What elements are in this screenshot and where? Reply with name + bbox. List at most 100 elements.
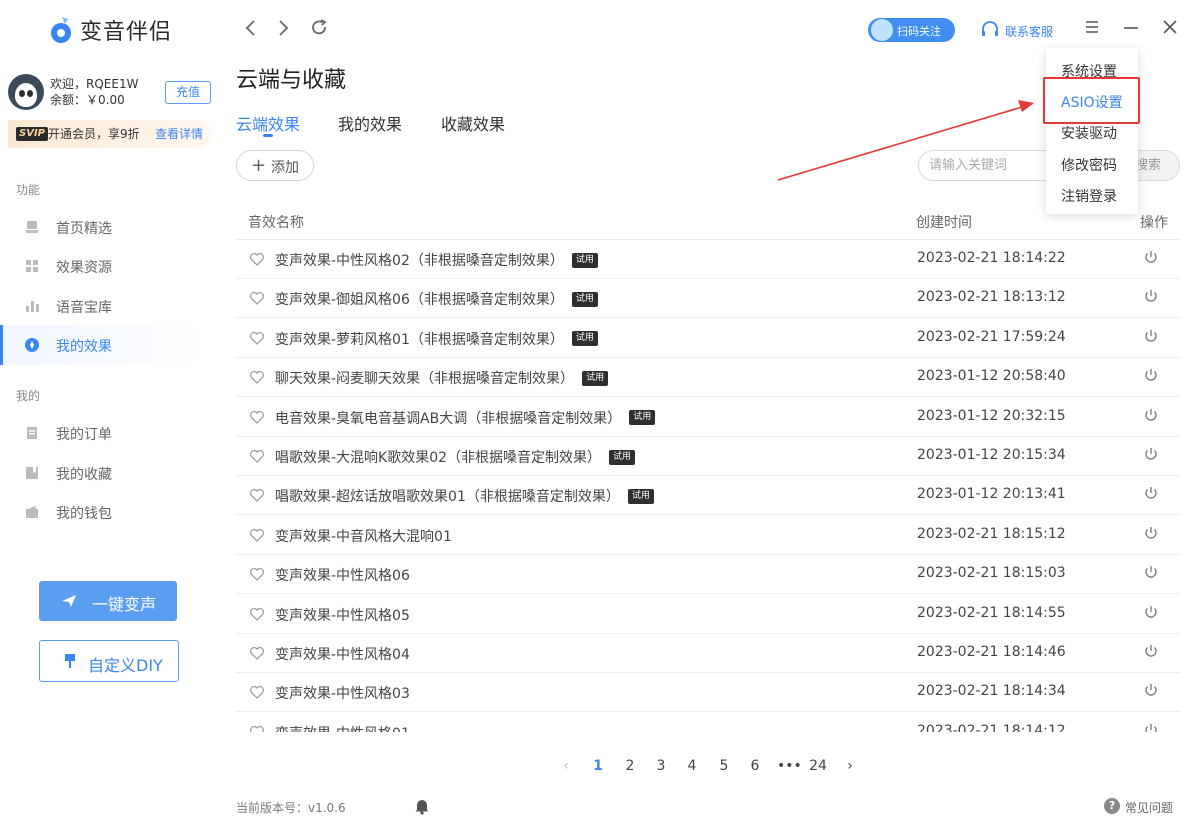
tab-my-effects[interactable]: 我的效果 xyxy=(338,111,402,135)
heart-icon[interactable] xyxy=(249,251,265,267)
table-row[interactable]: 电音效果-臭氧电音基调AB大调（非根据嗓音定制效果） 试用 2023-01-12 2… xyxy=(236,398,1180,437)
recharge-button[interactable]: 充值 xyxy=(165,81,211,104)
table-row[interactable]: 变声效果-中性风格03 2023-02-21 18:14:34 xyxy=(236,673,1180,713)
prev-page-icon[interactable]: ‹ xyxy=(556,758,576,774)
tab-cloud-effects[interactable]: 云端效果 xyxy=(236,111,300,135)
page-number[interactable]: 2 xyxy=(620,758,640,774)
power-icon[interactable] xyxy=(1143,407,1159,423)
effect-name-text: 变声效果-中音风格大混响01 xyxy=(275,528,452,545)
mascot-icon xyxy=(871,19,893,41)
power-icon[interactable] xyxy=(1143,604,1159,620)
page-number[interactable]: 6 xyxy=(745,758,765,774)
power-icon[interactable] xyxy=(1143,367,1159,383)
column-header-action: 操作 xyxy=(1140,215,1168,231)
menu-item-change-password[interactable]: 修改密码 xyxy=(1046,149,1138,179)
effect-name-text: 变声效果-中性风格02（非根据嗓音定制效果） xyxy=(275,253,564,269)
heart-icon[interactable] xyxy=(249,487,265,503)
table-row[interactable]: 唱歌效果-大混响K歌效果02（非根据嗓音定制效果） 试用 2023-01-12 20… xyxy=(236,437,1180,476)
forward-icon[interactable] xyxy=(274,18,292,38)
page-number[interactable]: 5 xyxy=(714,758,734,774)
app-logo: 变音伴侣 xyxy=(48,14,172,46)
heart-icon[interactable] xyxy=(249,448,265,464)
heart-icon[interactable] xyxy=(249,724,265,732)
page-number[interactable]: 3 xyxy=(651,758,671,774)
one-click-voice-change-button[interactable]: 一键变声 xyxy=(39,581,177,621)
heart-icon[interactable] xyxy=(249,645,265,661)
custom-diy-button[interactable]: 自定义DIY xyxy=(39,640,179,682)
tab-favorite-effects[interactable]: 收藏效果 xyxy=(441,111,505,135)
heart-icon[interactable] xyxy=(249,527,265,543)
menu-item-logout[interactable]: 注销登录 xyxy=(1046,180,1138,210)
heart-icon[interactable] xyxy=(249,330,265,346)
close-icon[interactable] xyxy=(1159,16,1181,38)
table-row[interactable]: 变声效果-中性风格06 2023-02-21 18:15:03 xyxy=(236,555,1180,595)
heart-icon[interactable] xyxy=(249,606,265,622)
page-number[interactable]: 24 xyxy=(808,758,828,774)
power-icon[interactable] xyxy=(1143,722,1159,732)
effect-name-text: 变声效果-中性风格05 xyxy=(275,607,410,624)
scan-follow-button[interactable]: 扫码关注 xyxy=(868,18,955,42)
power-icon[interactable] xyxy=(1143,485,1159,501)
power-icon[interactable] xyxy=(1143,446,1159,462)
menu-icon[interactable] xyxy=(1081,16,1103,38)
trial-badge: 试用 xyxy=(571,252,598,268)
sidebar-item-label: 我的效果 xyxy=(56,339,112,355)
sidebar-item-wallet[interactable]: 我的钱包 xyxy=(0,492,206,532)
power-icon[interactable] xyxy=(1143,564,1159,580)
sidebar-item-favorites[interactable]: 我的收藏 xyxy=(0,453,206,493)
back-icon[interactable] xyxy=(242,18,260,38)
table-header: 音效名称 创建时间 操作 xyxy=(236,202,1180,240)
power-icon[interactable] xyxy=(1143,682,1159,698)
avatar[interactable] xyxy=(8,74,44,110)
section-label-function: 功能 xyxy=(16,183,41,197)
power-icon[interactable] xyxy=(1143,249,1159,265)
page-number[interactable]: 4 xyxy=(682,758,702,774)
menu-item-label: 安装驱动 xyxy=(1061,126,1117,142)
table-row[interactable]: 唱歌效果-超炫话放唱歌效果01（非根据嗓音定制效果） 试用 2023-01-12 2… xyxy=(236,476,1180,516)
table-row[interactable]: 变声效果-中性风格02（非根据嗓音定制效果） 试用 2023-02-21 18:14… xyxy=(236,240,1180,279)
heart-icon[interactable] xyxy=(249,409,265,425)
heart-icon[interactable] xyxy=(249,684,265,700)
effect-name: 变声效果-中性风格04 xyxy=(275,644,410,664)
table-row[interactable]: 变声效果-御姐风格06（非根据嗓音定制效果） 试用 2023-02-21 18:13… xyxy=(236,279,1180,319)
add-button[interactable]: + 添加 xyxy=(236,150,314,181)
power-icon[interactable] xyxy=(1143,328,1159,344)
effect-name-text: 变声效果-中性风格06 xyxy=(275,568,410,585)
page-number[interactable]: 1 xyxy=(588,758,608,774)
table-row[interactable]: 变声效果-萝莉风格01（非根据嗓音定制效果） 试用 2023-02-21 17:59… xyxy=(236,319,1180,358)
sidebar-item-effect-resources[interactable]: 效果资源 xyxy=(0,246,206,286)
active-tab-indicator xyxy=(263,134,273,137)
svip-banner[interactable]: SVIP 开通会员，享9折 查看详情 xyxy=(8,120,212,148)
next-page-icon[interactable]: › xyxy=(840,758,860,774)
created-time: 2023-02-21 18:14:55 xyxy=(917,604,1066,621)
effect-name: 变声效果-中性风格02（非根据嗓音定制效果） 试用 xyxy=(275,250,598,270)
table-row[interactable]: 聊天效果-闷麦聊天效果（非根据嗓音定制效果） 试用 2023-01-12 20:58… xyxy=(236,358,1180,398)
faq-label: 常见问题 xyxy=(1125,801,1174,815)
table-row[interactable]: 变声效果-中音风格大混响01 2023-02-21 18:15:12 xyxy=(236,516,1180,555)
svip-details-link[interactable]: 查看详情 xyxy=(155,120,203,148)
power-icon[interactable] xyxy=(1143,525,1159,541)
heart-icon[interactable] xyxy=(249,290,265,306)
bell-icon[interactable] xyxy=(414,797,430,815)
sidebar-item-home[interactable]: 首页精选 xyxy=(0,207,206,247)
contact-support-label: 联系客服 xyxy=(1005,25,1054,39)
table-row[interactable]: 变声效果-中性风格01 2023-02-21 18:14:12 xyxy=(236,713,1180,732)
sidebar-item-voice-library[interactable]: 语音宝库 xyxy=(0,286,206,326)
sidebar-item-my-effects[interactable]: 我的效果 xyxy=(0,325,206,365)
version-text: 当前版本号：v1.0.6 xyxy=(236,801,346,815)
section-label-mine: 我的 xyxy=(16,389,41,403)
table-row[interactable]: 变声效果-中性风格05 2023-02-21 18:14:55 xyxy=(236,595,1180,634)
heart-icon[interactable] xyxy=(249,566,265,582)
table-row[interactable]: 变声效果-中性风格04 2023-02-21 18:14:46 xyxy=(236,634,1180,673)
minimize-icon[interactable] xyxy=(1120,16,1142,38)
heart-icon[interactable] xyxy=(249,369,265,385)
effect-name-text: 变声效果-中性风格04 xyxy=(275,647,410,663)
refresh-icon[interactable] xyxy=(309,18,329,38)
page-ellipsis[interactable]: ••• xyxy=(777,758,802,774)
effect-name: 唱歌效果-大混响K歌效果02（非根据嗓音定制效果） 试用 xyxy=(275,447,636,467)
sidebar-item-label: 我的订单 xyxy=(56,427,112,443)
power-icon[interactable] xyxy=(1143,288,1159,304)
power-icon[interactable] xyxy=(1143,643,1159,659)
sidebar-item-orders[interactable]: 我的订单 xyxy=(0,413,206,453)
created-time: 2023-02-21 18:14:46 xyxy=(917,644,1066,660)
